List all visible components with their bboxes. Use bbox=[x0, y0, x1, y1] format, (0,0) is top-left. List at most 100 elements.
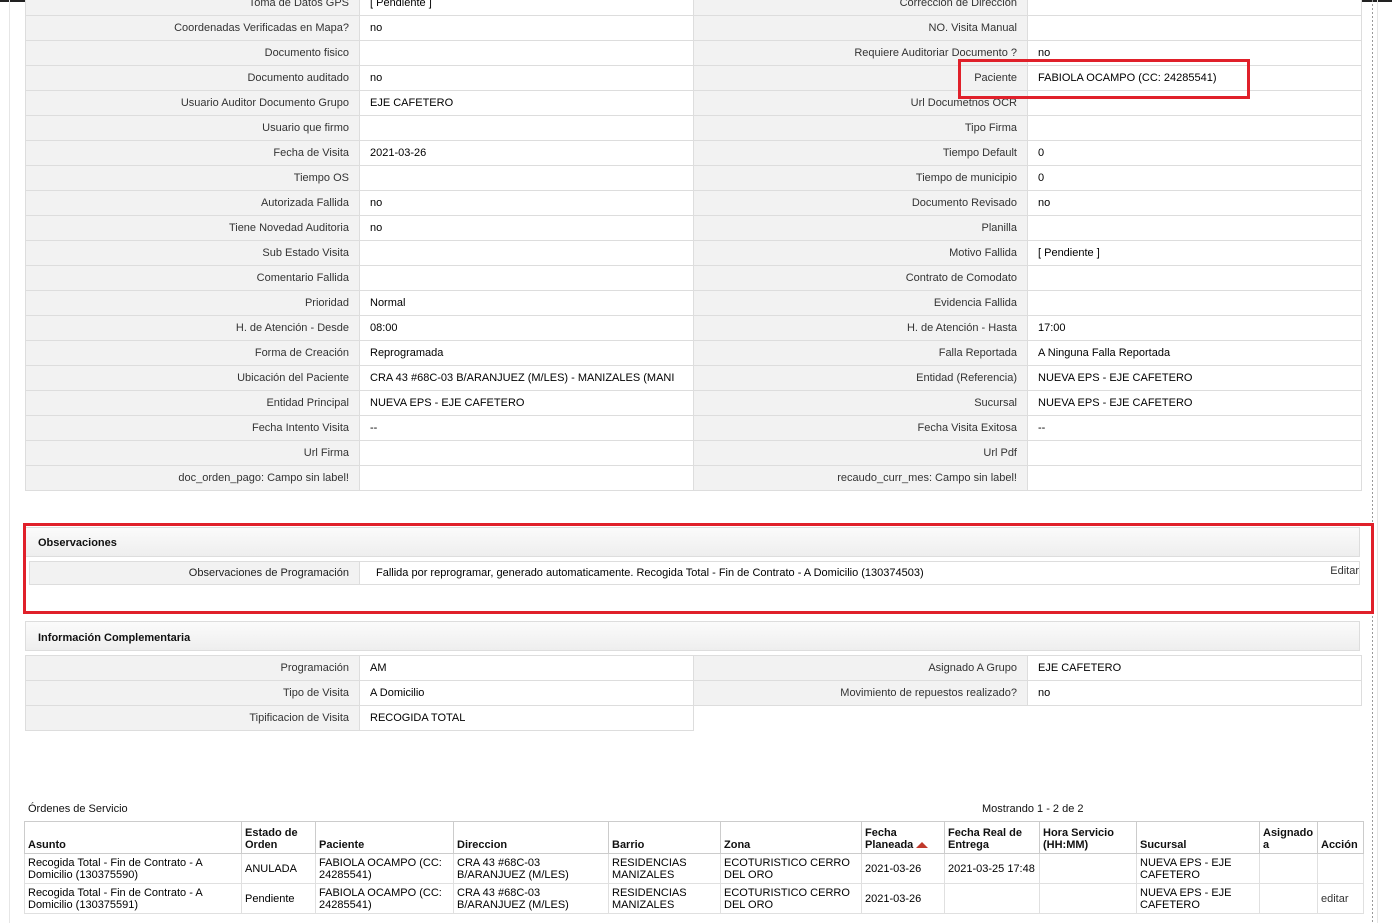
field-label-documento-revisado: Documento Revisado bbox=[693, 190, 1028, 216]
cell-barrio: RESIDENCIAS MANIZALES bbox=[608, 883, 721, 914]
detail-row: Sub Estado Visita Motivo Fallida[ Pendien… bbox=[25, 240, 1362, 266]
field-label-falla-reportada: Falla Reportada bbox=[693, 340, 1028, 366]
field-value-documento-revisado: no bbox=[1027, 190, 1362, 216]
field-value-fecha-de-visita: 2021-03-26 bbox=[359, 140, 694, 166]
field-value-tipificacion-de-visita: RECOGIDA TOTAL bbox=[359, 705, 694, 731]
detail-row: Prioridad Normal Evidencia Fallida bbox=[25, 290, 1362, 316]
left-frame-line bbox=[9, 0, 10, 923]
field-value-no-visita-manual bbox=[1027, 15, 1362, 41]
field-label-documento-fisico: Documento fisico bbox=[25, 40, 360, 66]
column-header-label: Direccion bbox=[457, 839, 508, 851]
detail-row: Entidad Principal NUEVA EPS - EJE CAFETER… bbox=[25, 390, 1362, 416]
field-value-tipo-firma bbox=[1027, 115, 1362, 141]
field-value-fecha-intento-visita: -- bbox=[359, 415, 694, 441]
field-label-usuario-que-firmo: Usuario que firmo bbox=[25, 115, 360, 141]
info-complementaria-table: Programación AM Asignado A Grupo EJE CAFETE… bbox=[25, 655, 1362, 731]
scroll-guide bbox=[1372, 0, 1373, 923]
field-label-documento-auditado: Documento auditado bbox=[25, 65, 360, 91]
field-label-autorizada-fallida: Autorizada Fallida bbox=[25, 190, 360, 216]
column-header-asunto[interactable]: Asunto bbox=[24, 821, 242, 854]
field-label-usuario-auditor-documento-grupo: Usuario Auditor Documento Grupo bbox=[25, 90, 360, 116]
empty-cell bbox=[694, 706, 1362, 731]
field-value-tiempo-de-municipio: 0 bbox=[1027, 165, 1362, 191]
column-header-label: Barrio bbox=[612, 839, 645, 851]
info-row: Tipificacion de Visita RECOGIDA TOTAL bbox=[25, 705, 1362, 731]
observaciones-highlight-box bbox=[23, 523, 1374, 614]
cell-estado: Pendiente bbox=[241, 883, 316, 914]
column-header-estado-de-orden[interactable]: Estado de Orden bbox=[241, 821, 316, 854]
info-complementaria-title: Información Complementaria bbox=[38, 632, 191, 644]
field-label-toma-de-datos-gps: Toma de Datos GPS bbox=[25, 0, 360, 16]
column-header-fecha-planeada[interactable]: Fecha Planeada bbox=[861, 821, 945, 854]
field-value-tiempo-os bbox=[359, 165, 694, 191]
column-header-barrio[interactable]: Barrio bbox=[608, 821, 721, 854]
field-value-movimiento-de-repuestos-realizado: no bbox=[1027, 680, 1362, 706]
detail-row: Usuario que firmo Tipo Firma bbox=[25, 115, 1362, 141]
column-header-fecha-real-de-entrega[interactable]: Fecha Real de Entrega bbox=[944, 821, 1040, 854]
cell-asignado bbox=[1259, 883, 1318, 914]
field-value-toma-de-datos-gps: [ Pendiente ] bbox=[359, 0, 694, 16]
field-value-ubicacion-del-paciente: CRA 43 #68C-03 B/ARANJUEZ (M/LES) - MANI… bbox=[359, 365, 694, 391]
field-label-fecha-de-visita: Fecha de Visita bbox=[25, 140, 360, 166]
field-label-h-de-atencion-desde: H. de Atención - Desde bbox=[25, 315, 360, 341]
detail-row: Tiene Novedad Auditoria no Planilla bbox=[25, 215, 1362, 241]
cell-fecha-planeada: 2021-03-26 bbox=[861, 853, 945, 884]
field-label-contrato-de-comodato: Contrato de Comodato bbox=[693, 265, 1028, 291]
field-label-entidad-referencia: Entidad (Referencia) bbox=[693, 365, 1028, 391]
column-header-accion[interactable]: Acción bbox=[1317, 821, 1364, 854]
detail-row: Coordenadas Verificadas en Mapa? no NO. Vi… bbox=[25, 15, 1362, 41]
field-value-planilla bbox=[1027, 215, 1362, 241]
field-value-url-firma bbox=[359, 440, 694, 466]
field-label-evidencia-fallida: Evidencia Fallida bbox=[693, 290, 1028, 316]
column-header-label: Asignado a bbox=[1263, 827, 1314, 851]
field-value-correccion-de-direccion bbox=[1027, 0, 1362, 16]
field-label-no-visita-manual: NO. Visita Manual bbox=[693, 15, 1028, 41]
field-value-comentario-fallida bbox=[359, 265, 694, 291]
column-header-label: Zona bbox=[724, 839, 751, 851]
field-value-sub-estado-visita bbox=[359, 240, 694, 266]
field-label-programacion: Programación bbox=[25, 655, 360, 681]
cell-hora bbox=[1039, 883, 1137, 914]
field-label-recaudo-curr-mes-campo-sin-label: recaudo_curr_mes: Campo sin label! bbox=[693, 465, 1028, 491]
column-header-label: Asunto bbox=[28, 839, 66, 851]
field-label-comentario-fallida: Comentario Fallida bbox=[25, 265, 360, 291]
column-header-hora-servicio-hh-mm[interactable]: Hora Servicio (HH:MM) bbox=[1039, 821, 1137, 854]
field-value-motivo-fallida: [ Pendiente ] bbox=[1027, 240, 1362, 266]
detail-row: Comentario Fallida Contrato de Comodato bbox=[25, 265, 1362, 291]
field-value-entidad-principal: NUEVA EPS - EJE CAFETERO bbox=[359, 390, 694, 416]
field-value-contrato-de-comodato bbox=[1027, 265, 1362, 291]
field-label-coordenadas-verificadas-en-mapa: Coordenadas Verificadas en Mapa? bbox=[25, 15, 360, 41]
field-value-asignado-a-grupo: EJE CAFETERO bbox=[1027, 655, 1362, 681]
field-value-programacion: AM bbox=[359, 655, 694, 681]
paciente-highlight-box bbox=[958, 59, 1250, 99]
table-row: Recogida Total - Fin de Contrato - A Dom… bbox=[24, 853, 1364, 884]
field-label-doc-orden-pago-campo-sin-label: doc_orden_pago: Campo sin label! bbox=[25, 465, 360, 491]
column-header-sucursal[interactable]: Sucursal bbox=[1136, 821, 1260, 854]
detail-row: Forma de Creación Reprogramada Falla Repor… bbox=[25, 340, 1362, 366]
field-value-usuario-que-firmo bbox=[359, 115, 694, 141]
info-row: Programación AM Asignado A Grupo EJE CAFETE… bbox=[25, 655, 1362, 681]
field-label-fecha-intento-visita: Fecha Intento Visita bbox=[25, 415, 360, 441]
sort-ascending-icon[interactable] bbox=[916, 842, 929, 849]
cell-sucursal: NUEVA EPS - EJE CAFETERO bbox=[1136, 883, 1260, 914]
ordenes-count: Mostrando 1 - 2 de 2 bbox=[982, 803, 1084, 815]
field-label-tipo-firma: Tipo Firma bbox=[693, 115, 1028, 141]
field-value-documento-auditado: no bbox=[359, 65, 694, 91]
column-header-paciente[interactable]: Paciente bbox=[315, 821, 454, 854]
info-row: Tipo de Visita A Domicilio Movimiento de r… bbox=[25, 680, 1362, 706]
column-header-direccion[interactable]: Direccion bbox=[453, 821, 609, 854]
column-header-asignado-a[interactable]: Asignado a bbox=[1259, 821, 1318, 854]
detail-row: Fecha de Visita 2021-03-26 Tiempo Default 0 bbox=[25, 140, 1362, 166]
field-value-tipo-de-visita: A Domicilio bbox=[359, 680, 694, 706]
cell-zona: ECOTURISTICO CERRO DEL ORO bbox=[720, 883, 862, 914]
cell-accion[interactable]: editar bbox=[1317, 883, 1364, 914]
field-label-tipo-de-visita: Tipo de Visita bbox=[25, 680, 360, 706]
column-header-zona[interactable]: Zona bbox=[720, 821, 862, 854]
field-label-movimiento-de-repuestos-realizado: Movimiento de repuestos realizado? bbox=[693, 680, 1028, 706]
cell-asunto: Recogida Total - Fin de Contrato - A Dom… bbox=[24, 883, 242, 914]
cell-paciente: FABIOLA OCAMPO (CC: 24285541) bbox=[315, 853, 454, 884]
field-label-planilla: Planilla bbox=[693, 215, 1028, 241]
column-header-label: Fecha Real de Entrega bbox=[948, 827, 1022, 851]
field-value-h-de-atencion-desde: 08:00 bbox=[359, 315, 694, 341]
cell-paciente: FABIOLA OCAMPO (CC: 24285541) bbox=[315, 883, 454, 914]
